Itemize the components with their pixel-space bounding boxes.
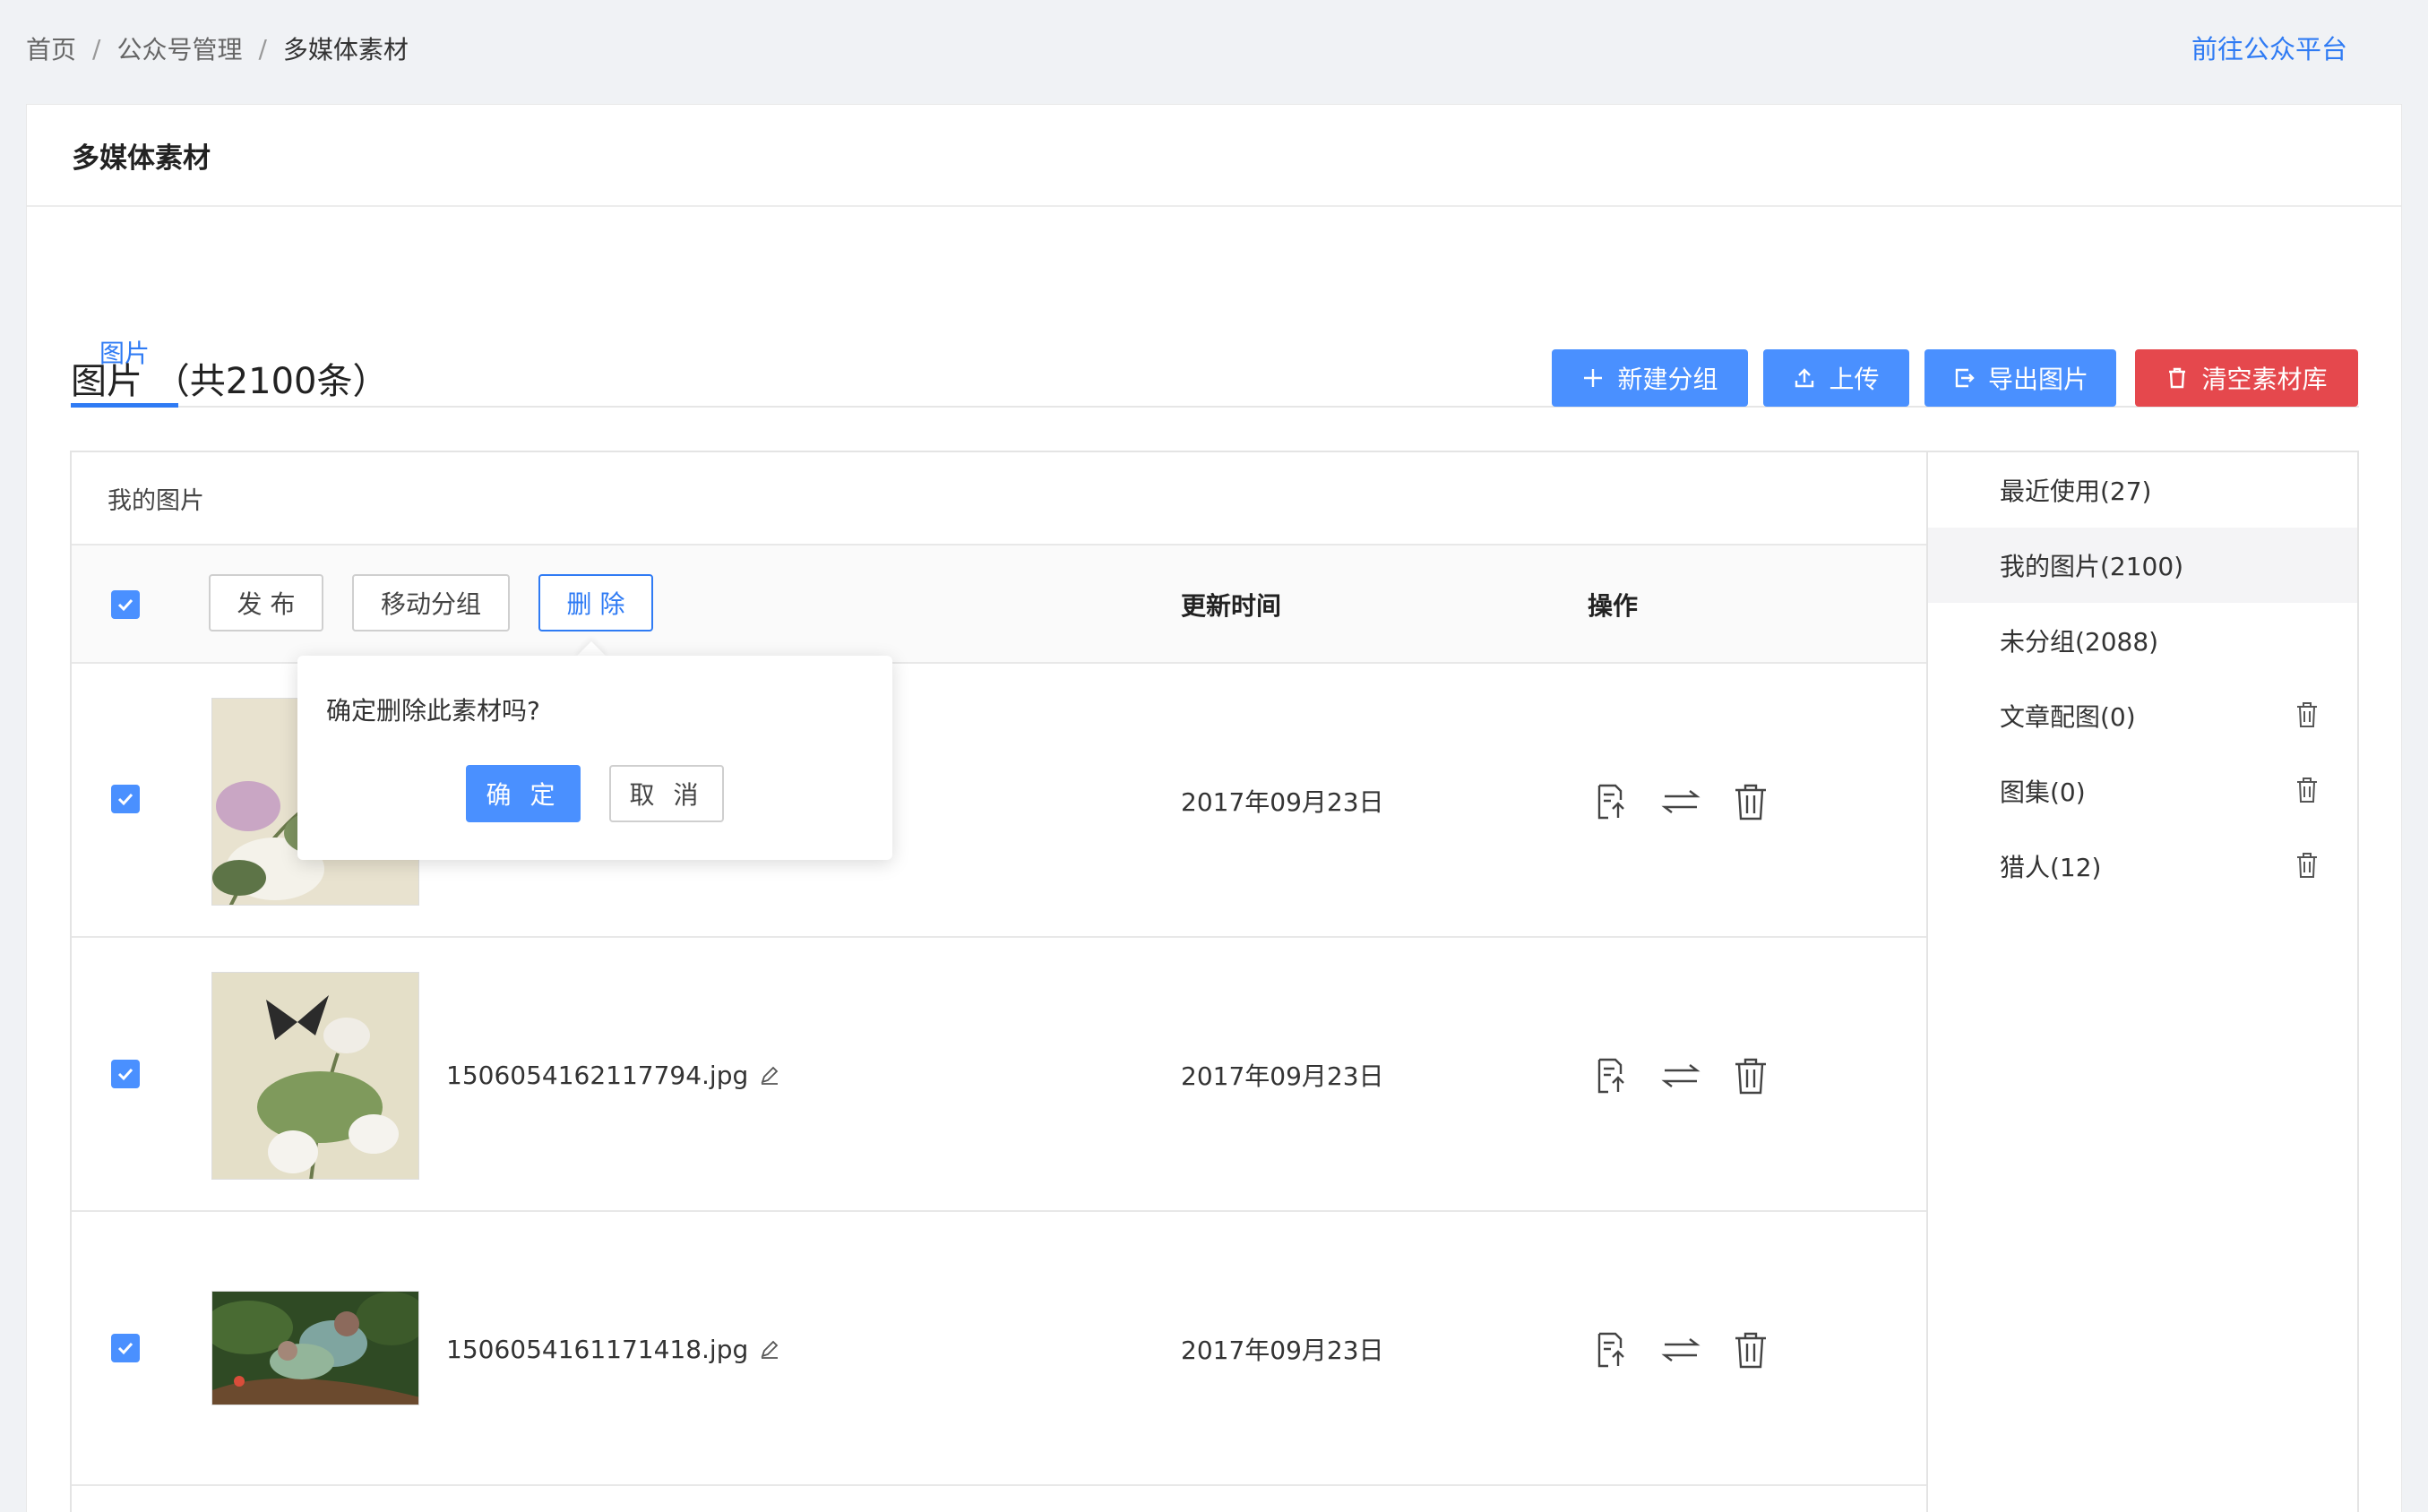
- media-table: 我的图片 发 布 移动分组 删 除 更新时间 操作 2017年09月23日 15…: [70, 451, 1926, 1512]
- upload-button[interactable]: 上传: [1763, 349, 1909, 407]
- row-checkbox[interactable]: [111, 1334, 140, 1362]
- check-icon: [117, 598, 133, 612]
- group-panel-empty-area: [1926, 903, 2359, 1512]
- group-label: 我的图片(2100): [2000, 552, 2184, 581]
- export-icon: [1955, 368, 1975, 388]
- row-actions: [1591, 1054, 1770, 1097]
- trash-icon[interactable]: [1731, 1330, 1770, 1370]
- group-list: 最近使用(27) 我的图片(2100) 未分组(2088) 文章配图(0) 图集…: [1926, 451, 2359, 905]
- filename-text: 1506054162117794.jpg: [446, 1060, 749, 1090]
- popover-message: 确定删除此素材吗?: [326, 696, 540, 726]
- trash-icon[interactable]: [1731, 782, 1770, 821]
- breadcrumb-account-management[interactable]: 公众号管理: [116, 30, 242, 66]
- go-to-platform-link[interactable]: 前往公众平台: [2191, 29, 2347, 66]
- row-date: 2017年09月23日: [1181, 1336, 1384, 1365]
- pencil-icon[interactable]: [759, 1064, 780, 1086]
- image-thumbnail[interactable]: [211, 1291, 419, 1405]
- upload-icon: [1795, 368, 1814, 388]
- group-title: 我的图片: [72, 452, 1926, 546]
- image-thumbnail[interactable]: [211, 972, 419, 1180]
- trash-icon: [2169, 367, 2186, 389]
- publish-icon[interactable]: [1591, 1330, 1631, 1370]
- row-actions: [1591, 780, 1770, 823]
- delete-confirm-popover: 确定删除此素材吗? 确 定 取 消: [297, 656, 892, 860]
- row-filename: 1506054162117794.jpg: [446, 1057, 780, 1093]
- group-item-album[interactable]: 图集(0): [1928, 753, 2357, 829]
- swap-icon[interactable]: [1661, 782, 1700, 821]
- group-label: 最近使用(27): [2000, 477, 2152, 506]
- row-actions: [1591, 1328, 1770, 1371]
- row-date: 2017年09月23日: [1181, 1061, 1384, 1091]
- trash-icon[interactable]: [2295, 777, 2320, 803]
- breadcrumb: 首页 / 公众号管理 / 多媒体素材: [26, 30, 409, 66]
- group-item-ungrouped[interactable]: 未分组(2088): [1928, 603, 2357, 678]
- section-title: 图片 （共2100条）: [71, 361, 389, 402]
- row-checkbox[interactable]: [111, 1060, 140, 1088]
- table-row: 1506054161171418.jpg 2017年09月23日: [72, 1212, 1926, 1486]
- filename-text: 1506054161171418.jpg: [446, 1334, 749, 1364]
- group-item-my-images[interactable]: 我的图片(2100): [1928, 528, 2357, 603]
- publish-icon[interactable]: [1591, 782, 1631, 821]
- export-label: 导出图片: [1987, 365, 2088, 394]
- publish-button[interactable]: 发 布: [209, 574, 323, 631]
- new-group-label: 新建分组: [1617, 365, 1718, 394]
- breadcrumb-separator: /: [258, 33, 267, 64]
- row-date: 2017年09月23日: [1181, 787, 1384, 817]
- select-all-checkbox[interactable]: [111, 590, 140, 619]
- clear-label: 清空素材库: [2201, 365, 2328, 394]
- check-icon: [117, 1342, 133, 1355]
- swap-icon[interactable]: [1661, 1056, 1700, 1095]
- pencil-icon[interactable]: [759, 1338, 780, 1360]
- move-group-button[interactable]: 移动分组: [352, 574, 510, 631]
- delete-button[interactable]: 删 除: [538, 574, 653, 631]
- trash-icon[interactable]: [1731, 1056, 1770, 1095]
- clear-library-button[interactable]: 清空素材库: [2135, 349, 2358, 407]
- page-title: 多媒体素材: [27, 105, 2401, 207]
- plus-icon: [1584, 369, 1603, 387]
- group-item-hunter[interactable]: 猎人(12): [1928, 829, 2357, 904]
- group-label: 图集(0): [2000, 777, 2086, 807]
- cancel-button[interactable]: 取 消: [609, 765, 724, 822]
- group-item-recent[interactable]: 最近使用(27): [1928, 452, 2357, 528]
- table-header: 发 布 移动分组 删 除 更新时间 操作: [72, 546, 1926, 664]
- check-icon: [117, 1068, 133, 1081]
- group-label: 未分组(2088): [2000, 627, 2159, 657]
- column-updated-time: 更新时间: [1181, 591, 1282, 621]
- breadcrumb-home[interactable]: 首页: [26, 30, 76, 66]
- row-checkbox[interactable]: [111, 785, 140, 813]
- swap-icon[interactable]: [1661, 1330, 1700, 1370]
- butterfly-flowers-image: [212, 973, 418, 1179]
- upload-label: 上传: [1829, 365, 1880, 394]
- trash-icon[interactable]: [2295, 701, 2320, 728]
- pigeons-image: [212, 1292, 418, 1405]
- confirm-button[interactable]: 确 定: [466, 765, 581, 822]
- trash-icon[interactable]: [2295, 852, 2320, 879]
- column-actions: 操作: [1588, 591, 1639, 621]
- breadcrumb-current: 多媒体素材: [282, 35, 409, 64]
- new-group-button[interactable]: 新建分组: [1552, 349, 1748, 407]
- table-row: 1506054162117794.jpg 2017年09月23日: [72, 938, 1926, 1212]
- row-filename: 1506054161171418.jpg: [446, 1331, 780, 1367]
- group-label: 文章配图(0): [2000, 702, 2136, 732]
- export-images-button[interactable]: 导出图片: [1924, 349, 2116, 407]
- publish-icon[interactable]: [1591, 1056, 1631, 1095]
- group-label: 猎人(12): [2000, 853, 2102, 882]
- check-icon: [117, 793, 133, 806]
- breadcrumb-separator: /: [92, 33, 101, 64]
- group-item-article-images[interactable]: 文章配图(0): [1928, 678, 2357, 753]
